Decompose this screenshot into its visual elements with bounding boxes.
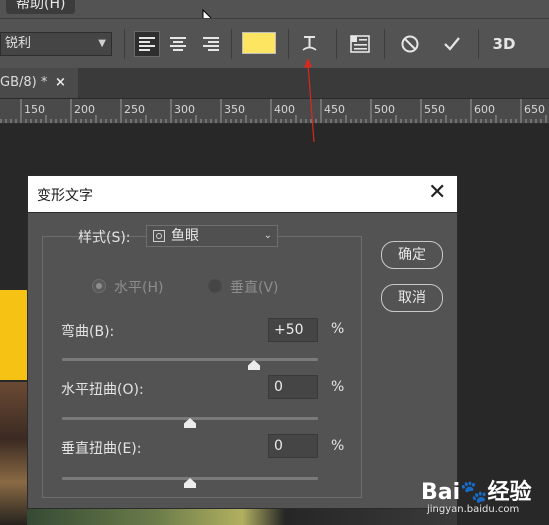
watermark-brand: Bai🐾经验 <box>421 480 532 505</box>
horizontal-distortion-input[interactable]: 0 <box>268 375 318 399</box>
dialog-title: 变形文字 <box>37 188 93 204</box>
chevron-down-icon: ▼ <box>98 38 106 49</box>
cancel-button[interactable]: 取消 <box>381 284 443 312</box>
document-photo-region <box>0 382 27 525</box>
vertical-distortion-label: 垂直扭曲(E): <box>61 441 142 457</box>
ruler-tick-label: 650 <box>524 103 545 116</box>
horizontal-distortion-label: 水平扭曲(O): <box>61 382 144 398</box>
horizontal-radio[interactable] <box>92 279 106 293</box>
document-bottom-image <box>27 509 457 525</box>
horizontal-radio-label: 水平(H) <box>114 280 164 296</box>
cancel-icon <box>401 35 419 53</box>
ruler-tick-label: 300 <box>174 103 195 116</box>
ruler-tick-label: 450 <box>324 103 345 116</box>
align-center-button[interactable] <box>165 31 191 57</box>
horizontal-ruler[interactable]: 150 200 250 300 350 400 450 500 550 600 650 <box>0 99 549 124</box>
align-left-icon <box>139 37 155 51</box>
toolbar-divider <box>231 29 232 59</box>
vertical-radio-label: 垂直(V) <box>230 280 279 296</box>
warp-text-icon <box>302 36 317 51</box>
toolbar-divider <box>288 29 289 59</box>
menu-bar: 帮助(H) <box>0 0 549 18</box>
dialog-titlebar: 变形文字 ✕ <box>28 176 457 213</box>
align-left-button[interactable] <box>134 31 160 57</box>
vertical-distortion-input[interactable]: 0 <box>268 434 318 458</box>
document-tab-title: GB/8) * <box>0 75 48 90</box>
ruler-ticks: 150 200 250 300 350 400 450 500 550 600 650 <box>0 99 547 123</box>
style-label: 样式(S): <box>78 230 131 246</box>
warp-settings-group <box>42 236 362 498</box>
fisheye-style-icon <box>153 230 165 242</box>
horizontal-distortion-unit: % <box>331 379 345 395</box>
watermark-url: jingyan.baidu.com <box>427 504 520 515</box>
toolbar-divider <box>384 29 385 59</box>
ruler-tick-label: 550 <box>424 103 445 116</box>
ruler-tick-label: 350 <box>224 103 245 116</box>
close-tab-icon[interactable]: × <box>55 68 66 97</box>
antialias-value: 锐利 <box>5 36 32 51</box>
ruler-tick-label: 600 <box>474 103 495 116</box>
style-value: 鱼眼 <box>171 228 199 244</box>
ruler-tick-label: 500 <box>374 103 395 116</box>
bend-slider-track[interactable] <box>62 358 318 361</box>
vertical-distortion-unit: % <box>331 438 345 454</box>
menu-help[interactable]: 帮助(H) <box>6 0 76 14</box>
style-select[interactable]: 鱼眼 ⌄ <box>146 225 278 247</box>
bend-input[interactable]: +50 <box>268 318 318 342</box>
antialias-select[interactable]: 锐利 ▼ <box>0 32 112 56</box>
bend-label: 弯曲(B): <box>61 324 115 340</box>
toolbar-divider <box>124 29 125 59</box>
commit-check-icon <box>444 37 460 51</box>
bend-unit: % <box>331 321 345 337</box>
ok-button[interactable]: 确定 <box>381 241 443 269</box>
cancel-edit-button[interactable] <box>397 31 423 57</box>
align-right-button[interactable] <box>198 31 224 57</box>
warp-text-dialog: 变形文字 ✕ 样式(S): 鱼眼 ⌄ 水平(H) 垂直(V) 弯曲(B): +5… <box>27 175 458 509</box>
3d-button[interactable]: 3D <box>489 31 519 57</box>
commit-edit-button[interactable] <box>439 31 465 57</box>
align-right-icon <box>203 37 219 51</box>
character-panel-button[interactable] <box>347 31 373 57</box>
ruler-tick-label: 250 <box>124 103 145 116</box>
chevron-down-icon: ⌄ <box>263 230 272 241</box>
ruler-tick-label: 200 <box>74 103 95 116</box>
options-toolbar: 锐利 ▼ 3D <box>0 18 549 69</box>
document-tab[interactable]: GB/8) * × <box>0 68 78 98</box>
toolbar-divider <box>478 29 479 59</box>
baidu-watermark: Bai🐾经验 jingyan.baidu.com <box>421 462 549 525</box>
document-yellow-region <box>0 290 27 380</box>
vertical-radio[interactable] <box>208 279 222 293</box>
align-center-icon <box>170 37 186 51</box>
character-panel-icon <box>350 35 370 53</box>
text-color-swatch[interactable] <box>242 32 276 54</box>
ruler-tick-label: 150 <box>24 103 45 116</box>
warp-text-button[interactable] <box>297 31 323 57</box>
ruler-tick-label: 400 <box>274 103 295 116</box>
close-icon[interactable]: ✕ <box>428 180 446 206</box>
toolbar-divider <box>336 29 337 59</box>
document-tab-bar: GB/8) * × <box>0 68 549 99</box>
